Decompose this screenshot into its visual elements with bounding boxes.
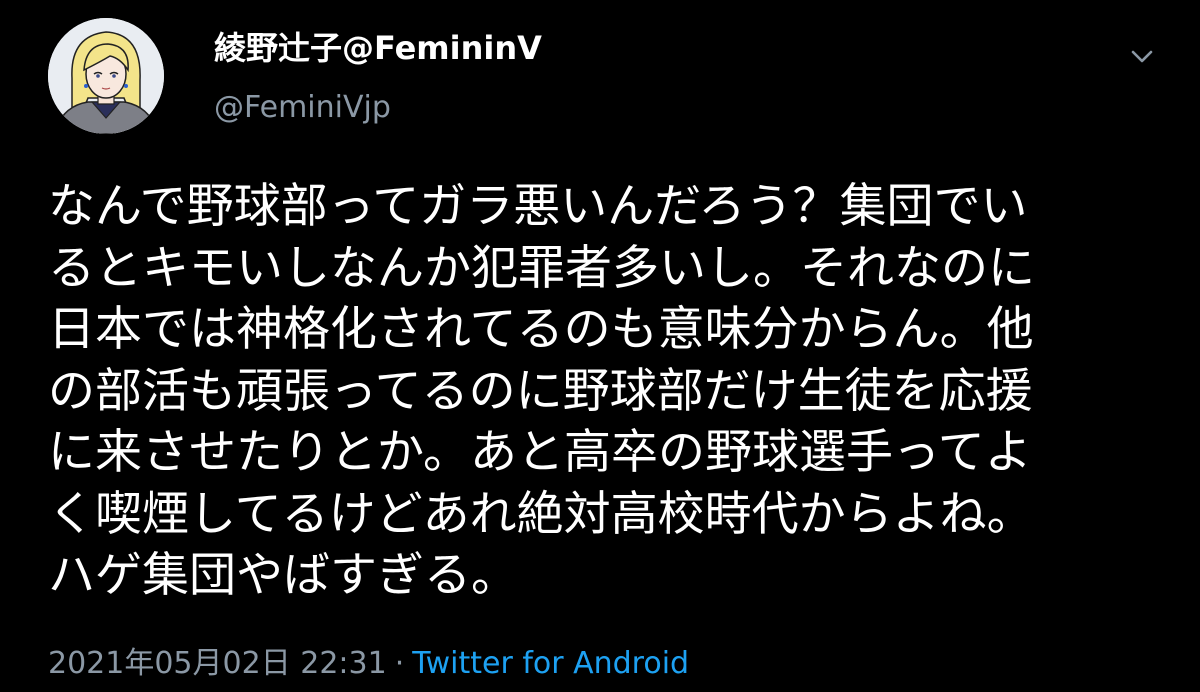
timestamp[interactable]: 2021年05月02日 22:31 bbox=[48, 646, 387, 681]
tweet-card: 綾野辻子@FemininV @FeminiVjp なんで野球部ってガラ悪いんだろ… bbox=[0, 0, 1200, 692]
source-link[interactable]: Twitter for Android bbox=[412, 646, 689, 681]
user-handle[interactable]: @FeminiVjp bbox=[214, 88, 391, 128]
avatar-illustration bbox=[48, 18, 164, 134]
tweet-text: なんで野球部ってガラ悪いんだろう？集団でい るとキモいしなんか犯罪者多いし。それ… bbox=[48, 179, 1035, 603]
separator-dot: · bbox=[394, 646, 405, 681]
tweet-meta: 2021年05月02日 22:31 · Twitter for Android bbox=[48, 644, 689, 684]
chevron-down-icon[interactable] bbox=[1124, 38, 1160, 74]
display-name[interactable]: 綾野辻子@FemininV bbox=[214, 28, 542, 68]
avatar[interactable] bbox=[48, 18, 164, 134]
